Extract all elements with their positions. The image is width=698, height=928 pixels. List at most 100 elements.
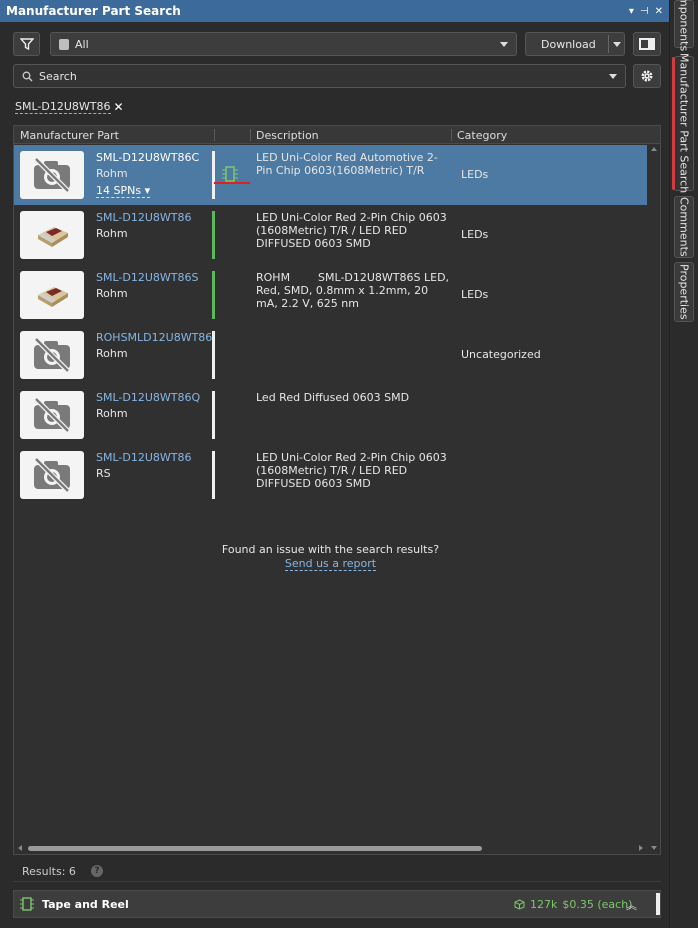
manufacturer-name: Rohm bbox=[96, 227, 128, 240]
scroll-right-icon[interactable] bbox=[639, 845, 643, 851]
horizontal-scrollbar[interactable] bbox=[14, 842, 647, 854]
download-dropdown-icon[interactable] bbox=[613, 42, 621, 47]
unit-price: $0.35 (each) bbox=[562, 898, 633, 911]
table-row[interactable]: SML-D12U8WT86 RS LED Uni-Color Red 2-Pin C… bbox=[14, 445, 647, 505]
table-row[interactable]: ROHSMLD12U8WT86 Rohm Uncategorized bbox=[14, 325, 647, 385]
part-number-link[interactable]: SML-D12U8WT86 bbox=[96, 211, 192, 224]
component-chip-icon bbox=[222, 166, 238, 182]
scroll-left-icon[interactable] bbox=[18, 845, 22, 851]
results-table: Manufacturer Part Description Category S… bbox=[13, 125, 661, 855]
component-chip-icon bbox=[20, 897, 34, 911]
table-row[interactable]: SML-D12U8WT86S Rohm ROHM SML-D12U8WT86S LE… bbox=[14, 265, 647, 325]
filter-chip-text: SML-D12U8WT86 bbox=[15, 100, 111, 114]
search-input[interactable]: Search bbox=[13, 64, 626, 88]
no-image-icon bbox=[34, 157, 70, 193]
search-placeholder: Search bbox=[39, 69, 77, 83]
search-issue-text: Found an issue with the search results? bbox=[221, 543, 440, 556]
part-number-link[interactable]: SML-D12U8WT86S bbox=[96, 271, 198, 284]
search-settings-button[interactable] bbox=[633, 64, 661, 88]
column-header-category[interactable]: Category bbox=[457, 129, 507, 142]
search-filter-chip: SML-D12U8WT86 ✕ bbox=[15, 100, 124, 114]
highlight-underline bbox=[214, 182, 250, 184]
send-report-link[interactable]: Send us a report bbox=[284, 557, 377, 571]
no-image-icon bbox=[34, 457, 70, 493]
part-thumbnail bbox=[20, 151, 84, 199]
table-row[interactable]: SML-D12U8WT86 Rohm LED Uni-Color Red 2-Pin… bbox=[14, 205, 647, 265]
manufacturer-part-search-panel: All Download Search SML-D12U8WT86 ✕ Manu… bbox=[0, 22, 669, 928]
help-icon[interactable]: ? bbox=[91, 865, 103, 877]
part-thumbnail bbox=[20, 451, 84, 499]
tab-properties[interactable]: Properties bbox=[674, 262, 694, 322]
part-category: Uncategorized bbox=[461, 348, 541, 361]
panel-title: Manufacturer Part Search bbox=[6, 4, 181, 18]
dropdown-icon[interactable]: ▾ bbox=[629, 6, 634, 17]
search-icon bbox=[22, 71, 33, 81]
column-header-manufacturer-part[interactable]: Manufacturer Part bbox=[20, 129, 119, 142]
status-bar bbox=[212, 391, 215, 439]
part-number-link[interactable]: SML-D12U8WT86C bbox=[96, 151, 199, 164]
pin-icon[interactable]: ⊣ bbox=[640, 6, 649, 17]
part-description: LED Uni-Color Red Automotive 2-Pin Chip … bbox=[256, 151, 438, 177]
tab-components[interactable]: mponents bbox=[674, 0, 694, 52]
results-count: Results: 6 bbox=[22, 865, 76, 878]
no-image-icon bbox=[34, 337, 70, 373]
led-photo-icon bbox=[38, 227, 68, 247]
panel-layout-icon bbox=[639, 38, 655, 50]
part-thumbnail bbox=[20, 331, 84, 379]
manufacturer-name: Rohm bbox=[96, 347, 128, 360]
status-bar bbox=[212, 151, 215, 199]
no-image-icon bbox=[34, 397, 70, 433]
part-description: Led Red Diffused 0603 SMD bbox=[256, 391, 410, 404]
status-bar bbox=[212, 451, 215, 499]
part-details-bar[interactable]: Tape and Reel 127k $0.35 (each) ︽ bbox=[13, 890, 661, 918]
filter-button[interactable] bbox=[13, 32, 40, 56]
part-thumbnail bbox=[20, 211, 84, 259]
part-category: LEDs bbox=[461, 228, 489, 241]
tab-comments[interactable]: Comments bbox=[674, 196, 694, 258]
side-panel-tabs: mponents Manufacturer Part Search Commen… bbox=[669, 0, 698, 928]
horizontal-scroll-thumb[interactable] bbox=[28, 846, 482, 851]
layout-toggle-button[interactable] bbox=[633, 32, 661, 56]
panel-title-bar: Manufacturer Part Search ▾ ⊣ ✕ bbox=[0, 0, 669, 22]
download-button[interactable]: Download bbox=[525, 32, 625, 56]
download-label: Download bbox=[541, 37, 596, 51]
status-bar bbox=[212, 211, 215, 259]
packaging-label: Tape and Reel bbox=[42, 897, 129, 911]
part-number-link[interactable]: ROHSMLD12U8WT86 bbox=[96, 331, 212, 344]
status-bar bbox=[212, 271, 215, 319]
part-number-link[interactable]: SML-D12U8WT86 bbox=[96, 451, 192, 464]
chevron-down-icon bbox=[500, 41, 508, 47]
spns-dropdown[interactable]: 14 SPNs ▾ bbox=[96, 184, 151, 198]
search-history-dropdown-icon[interactable] bbox=[609, 73, 617, 79]
part-category: LEDs bbox=[461, 288, 489, 301]
part-number-link[interactable]: SML-D12U8WT86Q bbox=[96, 391, 200, 404]
part-description: LED Uni-Color Red 2-Pin Chip 0603 (1608M… bbox=[256, 211, 451, 250]
manufacturer-name: RS bbox=[96, 467, 111, 480]
manufacturer-name: Rohm bbox=[96, 167, 128, 180]
scroll-up-icon[interactable] bbox=[651, 147, 657, 151]
database-icon bbox=[59, 38, 69, 50]
part-description: ROHM SML-D12U8WT86S LED, Red, SMD, 0.8mm… bbox=[256, 271, 453, 310]
source-select[interactable]: All bbox=[50, 32, 517, 56]
double-chevron-up-icon[interactable]: ︽ bbox=[626, 897, 637, 913]
scroll-down-icon[interactable] bbox=[651, 846, 657, 850]
part-category: LEDs bbox=[461, 168, 489, 181]
stock-cube-icon bbox=[514, 899, 525, 910]
gear-icon bbox=[641, 70, 653, 82]
vertical-scrollbar[interactable] bbox=[648, 145, 660, 854]
filter-icon bbox=[19, 38, 34, 51]
status-bar bbox=[212, 331, 215, 379]
close-icon[interactable]: ✕ bbox=[655, 6, 663, 17]
column-header-description[interactable]: Description bbox=[256, 129, 319, 142]
table-row[interactable]: SML-D12U8WT86C Rohm 14 SPNs ▾ LED Uni-Color… bbox=[14, 145, 647, 205]
table-row[interactable]: SML-D12U8WT86Q Rohm Led Red Diffused 0603 … bbox=[14, 385, 647, 445]
part-thumbnail bbox=[20, 391, 84, 439]
part-description: LED Uni-Color Red 2-Pin Chip 0603 (1608M… bbox=[256, 451, 451, 490]
manufacturer-name: Rohm bbox=[96, 407, 128, 420]
stock-info: 127k $0.35 (each) bbox=[514, 898, 632, 911]
tab-manufacturer-part-search[interactable]: Manufacturer Part Search bbox=[672, 53, 694, 194]
led-photo-icon bbox=[38, 287, 68, 307]
remove-filter-icon[interactable]: ✕ bbox=[114, 100, 124, 114]
manufacturer-name: Rohm bbox=[96, 287, 128, 300]
part-thumbnail bbox=[20, 271, 84, 319]
